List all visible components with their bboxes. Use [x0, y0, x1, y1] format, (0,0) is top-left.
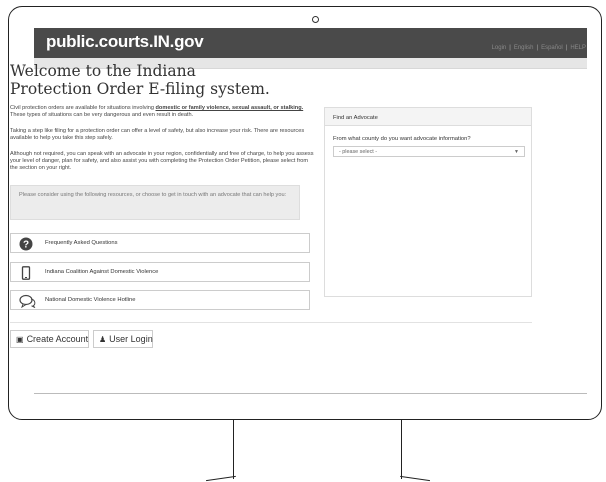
question-circle-icon: ?	[19, 237, 33, 256]
top-links: Login | English | Español | HELP	[491, 45, 586, 51]
user-plus-icon: ▣	[16, 335, 24, 344]
help-link[interactable]: HELP	[570, 45, 586, 51]
chat-bubbles-icon	[19, 294, 37, 313]
find-advocate-panel: Find an Advocate From what county do you…	[324, 107, 532, 297]
intro-paragraph-3: Although not required, you can speak wit…	[10, 151, 314, 171]
resource-icadv[interactable]: Indiana Coalition Against Domestic Viole…	[10, 262, 310, 282]
user-icon: ♟	[99, 335, 107, 344]
county-select[interactable]: - please select - ▼	[333, 146, 525, 157]
create-account-label: Create Account	[26, 334, 89, 344]
monitor-foot-left	[206, 475, 236, 482]
title-line-1: Welcome to the Indiana	[10, 62, 196, 80]
intro-paragraph-1: Civil protection orders are available fo…	[10, 105, 314, 119]
resource-faq[interactable]: ? Frequently Asked Questions	[10, 233, 310, 253]
advocate-panel-title: Find an Advocate	[325, 108, 531, 126]
resource-label: Frequently Asked Questions	[45, 240, 118, 246]
resource-label: National Domestic Violence Hotline	[45, 297, 136, 303]
user-login-button[interactable]: ♟ User Login	[93, 330, 153, 348]
create-account-button[interactable]: ▣ Create Account	[10, 330, 89, 348]
english-link[interactable]: English	[514, 45, 534, 51]
violence-types-link[interactable]: domestic or family violence, sexual assa…	[156, 105, 304, 111]
site-brand[interactable]: public.courts.IN.gov	[46, 32, 204, 52]
monitor-stand-right	[383, 419, 402, 479]
monitor-foot-right	[400, 475, 430, 482]
county-select-value: - please select -	[339, 149, 378, 155]
title-line-2: Protection Order E-filing system.	[10, 80, 270, 98]
site-header: public.courts.IN.gov	[34, 28, 587, 58]
intro-paragraph-2: Taking a step like filing for a protecti…	[10, 128, 305, 141]
mobile-phone-icon	[19, 266, 33, 285]
user-login-label: User Login	[109, 334, 153, 344]
resource-label: Indiana Coalition Against Domestic Viole…	[45, 269, 159, 275]
monitor-stand-left	[233, 419, 252, 479]
resources-notice: Please consider using the following reso…	[10, 185, 300, 220]
divider	[10, 322, 532, 323]
county-question: From what county do you want advocate in…	[333, 136, 471, 142]
page-title: Welcome to the Indiana Protection Order …	[10, 62, 270, 98]
resource-hotline[interactable]: National Domestic Violence Hotline	[10, 290, 310, 310]
login-link[interactable]: Login	[492, 45, 507, 51]
espanol-link[interactable]: Español	[541, 45, 563, 51]
chevron-down-icon: ▼	[514, 149, 519, 155]
intro-text: Civil protection orders are available fo…	[10, 105, 156, 111]
svg-text:?: ?	[23, 240, 29, 251]
webcam-icon	[312, 16, 319, 23]
intro-text-end: These types of situations can be very da…	[10, 112, 194, 118]
